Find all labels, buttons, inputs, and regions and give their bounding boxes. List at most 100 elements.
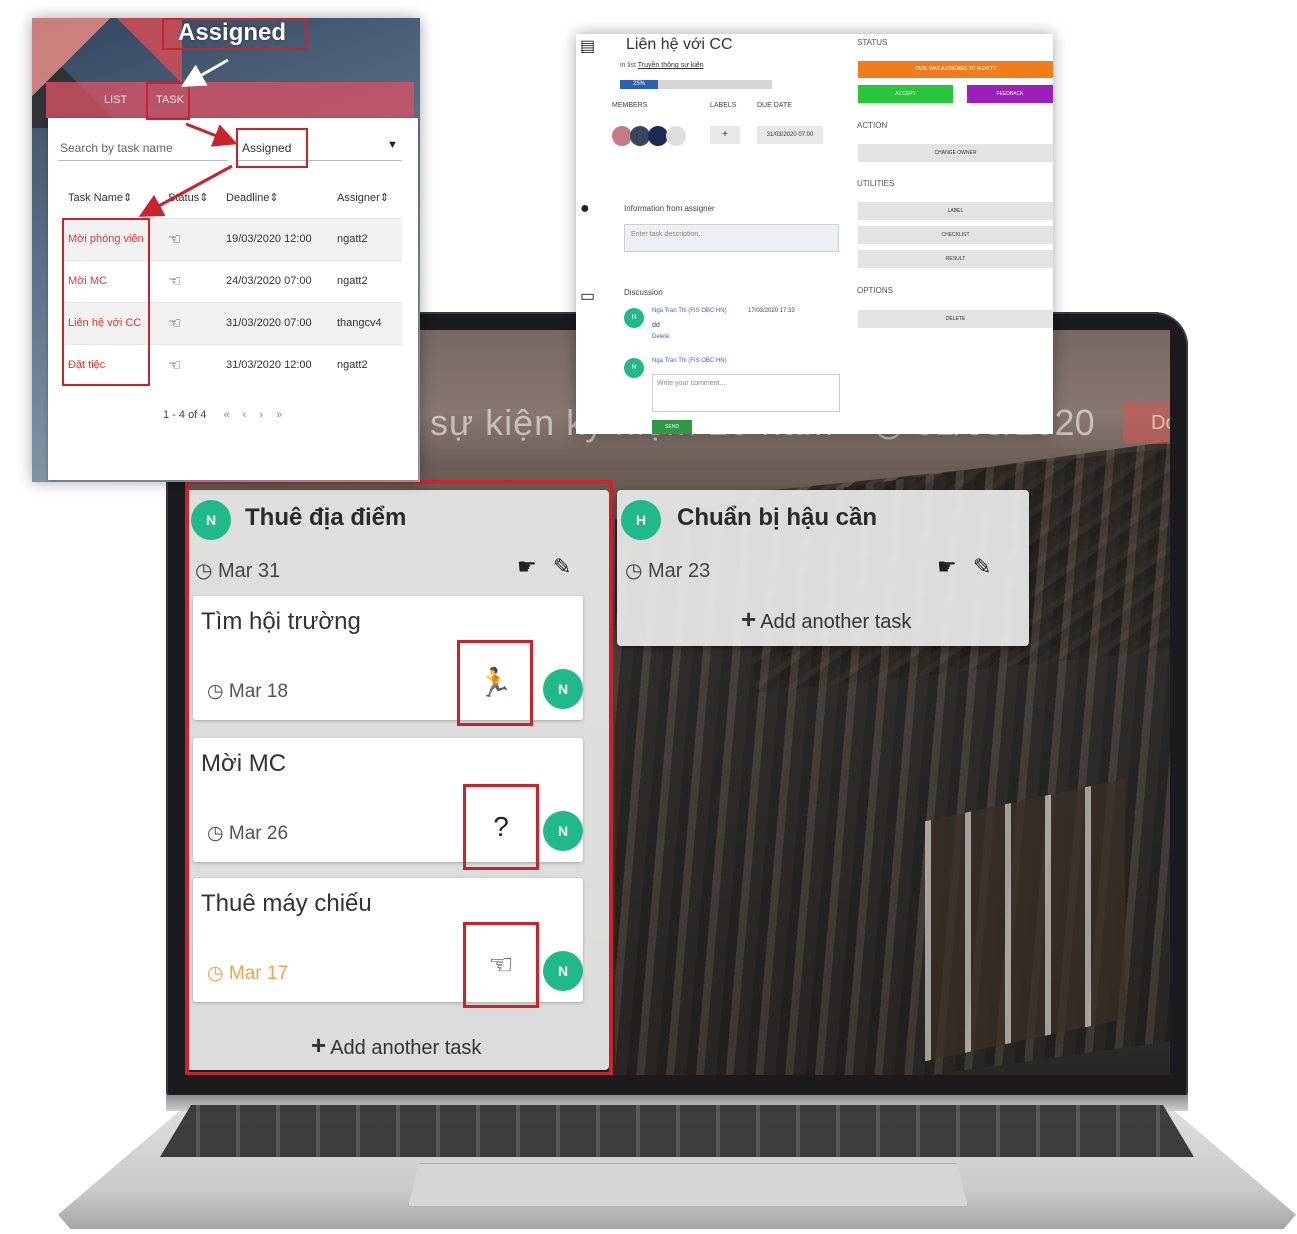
list-due-date: ◷ Mar 23 xyxy=(625,558,710,583)
discussion-label: Discussion xyxy=(624,288,663,297)
comment-author[interactable]: Nga Tran Thi (FIS OBC HN) xyxy=(652,308,727,314)
column-header-deadline[interactable]: Deadline⇕ xyxy=(226,191,279,204)
label-button[interactable]: LABEL xyxy=(858,202,1053,220)
column-header-label: Status xyxy=(168,192,200,204)
result-button[interactable]: RESULT xyxy=(858,250,1053,268)
hand-pointer-icon: ☜ xyxy=(168,231,182,248)
task-description-input[interactable]: Enter task description... xyxy=(624,224,839,252)
sort-icon: ⇕ xyxy=(269,192,279,204)
avatar[interactable]: H xyxy=(621,500,661,540)
task-detail-list: in list Truyền thông sự kiện xyxy=(620,62,704,69)
board-action-button[interactable]: Do xyxy=(1123,402,1170,444)
card-icon: ▤ xyxy=(580,38,596,55)
deadline-cell: 19/03/2020 12:00 xyxy=(226,233,312,245)
task-detail-title: Liên hệ với CC xyxy=(626,36,733,53)
column-header-assigner[interactable]: Assigner⇕ xyxy=(337,191,389,204)
status-section-label: STATUS xyxy=(857,38,888,47)
trackpad xyxy=(408,1163,968,1207)
highlight-frame xyxy=(185,480,613,1075)
progress-fill: 25% xyxy=(620,80,658,89)
first-page-icon[interactable]: « xyxy=(223,409,229,421)
column-header-task-name[interactable]: Task Name⇕ xyxy=(68,191,132,204)
deadline-cell: 31/03/2020 12:00 xyxy=(226,359,312,371)
members-label: MEMBERS xyxy=(612,102,648,109)
list-title[interactable]: Chuẩn bị hậu cần xyxy=(677,504,877,532)
options-section-label: OPTIONS xyxy=(857,286,894,295)
pagination-range: 1 - 4 of 4 xyxy=(163,409,207,421)
due-date-label: DUE DATE xyxy=(757,102,792,109)
in-list-link[interactable]: Truyền thông sự kiện xyxy=(638,62,704,69)
tab-bar xyxy=(46,82,414,118)
comment-time: 17/03/2020 17:33 xyxy=(748,308,795,314)
add-task-label: Add another task xyxy=(760,611,912,633)
due-date-value[interactable]: 31/03/2020 07:00 xyxy=(757,126,823,144)
sort-icon: ⇕ xyxy=(199,192,209,204)
task-detail-panel: ▤ Liên hệ với CC in list Truyền thông sự… xyxy=(576,34,1053,434)
edit-icon[interactable]: ✎ xyxy=(973,554,991,579)
clock-icon: ◷ xyxy=(625,560,643,582)
action-section-label: ACTION xyxy=(857,121,888,130)
comment-author[interactable]: Nga Tran Thi (FIS OBC HN) xyxy=(652,358,727,364)
last-page-icon[interactable]: » xyxy=(276,409,282,421)
avatar[interactable] xyxy=(612,126,632,146)
assigner-cell: ngatt2 xyxy=(337,233,368,245)
add-member-button[interactable] xyxy=(666,126,686,146)
hand-pointer-icon: ☜ xyxy=(168,273,182,290)
assigner-cell: ngatt2 xyxy=(337,359,368,371)
search-input[interactable]: Search by task name xyxy=(60,141,173,155)
labels-label: LABELS xyxy=(710,102,737,109)
tab-list[interactable]: LIST xyxy=(104,94,127,106)
info-label: Information from assigner xyxy=(624,204,715,213)
highlight-box xyxy=(236,128,308,168)
highlight-box xyxy=(62,218,150,386)
comment-text: dd xyxy=(652,322,660,329)
in-list-prefix: in list xyxy=(620,62,636,69)
column-header-label: Task Name xyxy=(68,192,124,204)
chevron-down-icon[interactable]: ▼ xyxy=(387,139,398,151)
hand-pointer-icon: ☜ xyxy=(168,315,182,332)
deadline-cell: 24/03/2020 07:00 xyxy=(226,275,312,287)
prev-page-icon[interactable]: ‹ xyxy=(243,409,247,421)
change-owner-button[interactable]: CHANGE OWNER xyxy=(858,144,1053,162)
next-page-icon[interactable]: › xyxy=(259,409,263,421)
accept-button[interactable]: ACCEPT xyxy=(858,85,953,103)
plus-icon: + xyxy=(741,604,757,634)
add-label-button[interactable]: + xyxy=(710,126,740,144)
search-underline xyxy=(58,160,228,161)
background-door xyxy=(925,778,1125,1062)
comment-delete-link[interactable]: Delete xyxy=(652,334,669,340)
hand-pointer-icon: ☜ xyxy=(168,357,182,374)
deadline-cell: 31/03/2020 07:00 xyxy=(226,317,312,329)
hand-point-icon[interactable]: ☛ xyxy=(937,554,957,579)
comment-input[interactable]: Write your comment... xyxy=(652,374,840,412)
pagination: 1 - 4 of 4 « ‹ › » xyxy=(163,409,292,421)
list-actions: ☛ ✎ xyxy=(937,554,991,580)
avatar: N xyxy=(624,308,644,328)
discussion-icon: ▭ xyxy=(580,288,596,305)
laptop-base xyxy=(58,1095,1296,1234)
avatar[interactable] xyxy=(630,126,650,146)
avatar[interactable] xyxy=(648,126,668,146)
feedback-button[interactable]: FEEDBACK xyxy=(967,85,1053,103)
list-due-date-value: Mar 23 xyxy=(648,560,711,582)
avatar: N xyxy=(624,358,644,378)
status-badge: TASK WAS ASSIGNED TO NGATT2 xyxy=(858,61,1053,78)
callout-label: Assigned xyxy=(178,19,287,46)
add-task-button[interactable]: + Add another task xyxy=(741,604,911,635)
assigner-cell: thangcv4 xyxy=(337,317,382,329)
progress-bar: 25% xyxy=(620,80,772,89)
sort-icon: ⇕ xyxy=(379,192,390,204)
composite-stage: sự kiện kỷ niệm 10 năm ◷ 31/03/2020 Do N… xyxy=(0,0,1297,1234)
column-header-status[interactable]: Status⇕ xyxy=(168,191,208,204)
sort-icon: ⇕ xyxy=(123,192,133,204)
delete-button[interactable]: DELETE xyxy=(858,310,1053,328)
task-list-panel: LIST TASK Search by task name Assigned ▼… xyxy=(32,18,420,482)
checklist-button[interactable]: CHECKLIST xyxy=(858,226,1053,244)
send-button[interactable]: SEND xyxy=(652,420,692,434)
column-header-label: Assigner xyxy=(337,192,380,204)
info-icon: ● xyxy=(580,200,590,217)
list-column: H Chuẩn bị hậu cần ◷ Mar 23 ☛ ✎ + Add ano… xyxy=(617,490,1029,646)
utilities-section-label: UTILITIES xyxy=(857,179,895,188)
column-header-label: Deadline xyxy=(226,192,270,204)
keyboard xyxy=(160,1105,1194,1157)
